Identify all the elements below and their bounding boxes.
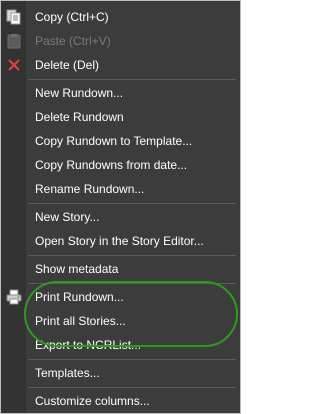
printer-icon [6, 289, 22, 305]
menu-item-label: Customize columns... [35, 394, 150, 408]
menu-item-label: Copy Rundown to Template... [35, 134, 193, 148]
menu-item-templates[interactable]: Templates... [1, 361, 240, 385]
menu-item-label: New Rundown... [35, 86, 124, 100]
menu-item-customize-columns[interactable]: Customize columns... [1, 389, 240, 413]
paste-icon [6, 33, 22, 49]
menu-item-new-rundown[interactable]: New Rundown... [1, 81, 240, 105]
menu-item-label: Copy Rundowns from date... [35, 158, 188, 172]
menu-item-paste[interactable]: Paste (Ctrl+V) [1, 29, 240, 53]
menu-item-label: Rename Rundown... [35, 182, 145, 196]
menu-item-show-metadata[interactable]: Show metadata [1, 257, 240, 281]
menu-item-new-story[interactable]: New Story... [1, 205, 240, 229]
menu-item-open-story-in-editor[interactable]: Open Story in the Story Editor... [1, 229, 240, 253]
context-menu: Copy (Ctrl+C) Paste (Ctrl+V) Delete (Del… [0, 0, 241, 414]
menu-item-copy[interactable]: Copy (Ctrl+C) [1, 5, 240, 29]
menu-separator [28, 79, 236, 80]
menu-item-rename-rundown[interactable]: Rename Rundown... [1, 177, 240, 201]
menu-item-label: New Story... [35, 210, 100, 224]
highlight-annotation [24, 281, 238, 347]
menu-separator [28, 255, 236, 256]
menu-separator [28, 203, 236, 204]
menu-item-label: Templates... [35, 366, 100, 380]
delete-icon [6, 57, 22, 73]
menu-item-copy-rundown-to-template[interactable]: Copy Rundown to Template... [1, 129, 240, 153]
menu-item-label: Paste (Ctrl+V) [35, 34, 111, 48]
copy-icon [6, 9, 22, 25]
menu-item-label: Show metadata [35, 262, 119, 276]
menu-item-label: Copy (Ctrl+C) [35, 10, 109, 24]
menu-item-delete-rundown[interactable]: Delete Rundown [1, 105, 240, 129]
menu-item-copy-rundowns-from-date[interactable]: Copy Rundowns from date... [1, 153, 240, 177]
menu-item-label: Open Story in the Story Editor... [35, 234, 204, 248]
menu-item-label: Delete (Del) [35, 58, 100, 72]
menu-item-label: Delete Rundown [35, 110, 124, 124]
menu-item-delete[interactable]: Delete (Del) [1, 53, 240, 77]
menu-separator [28, 387, 236, 388]
menu-separator [28, 359, 236, 360]
